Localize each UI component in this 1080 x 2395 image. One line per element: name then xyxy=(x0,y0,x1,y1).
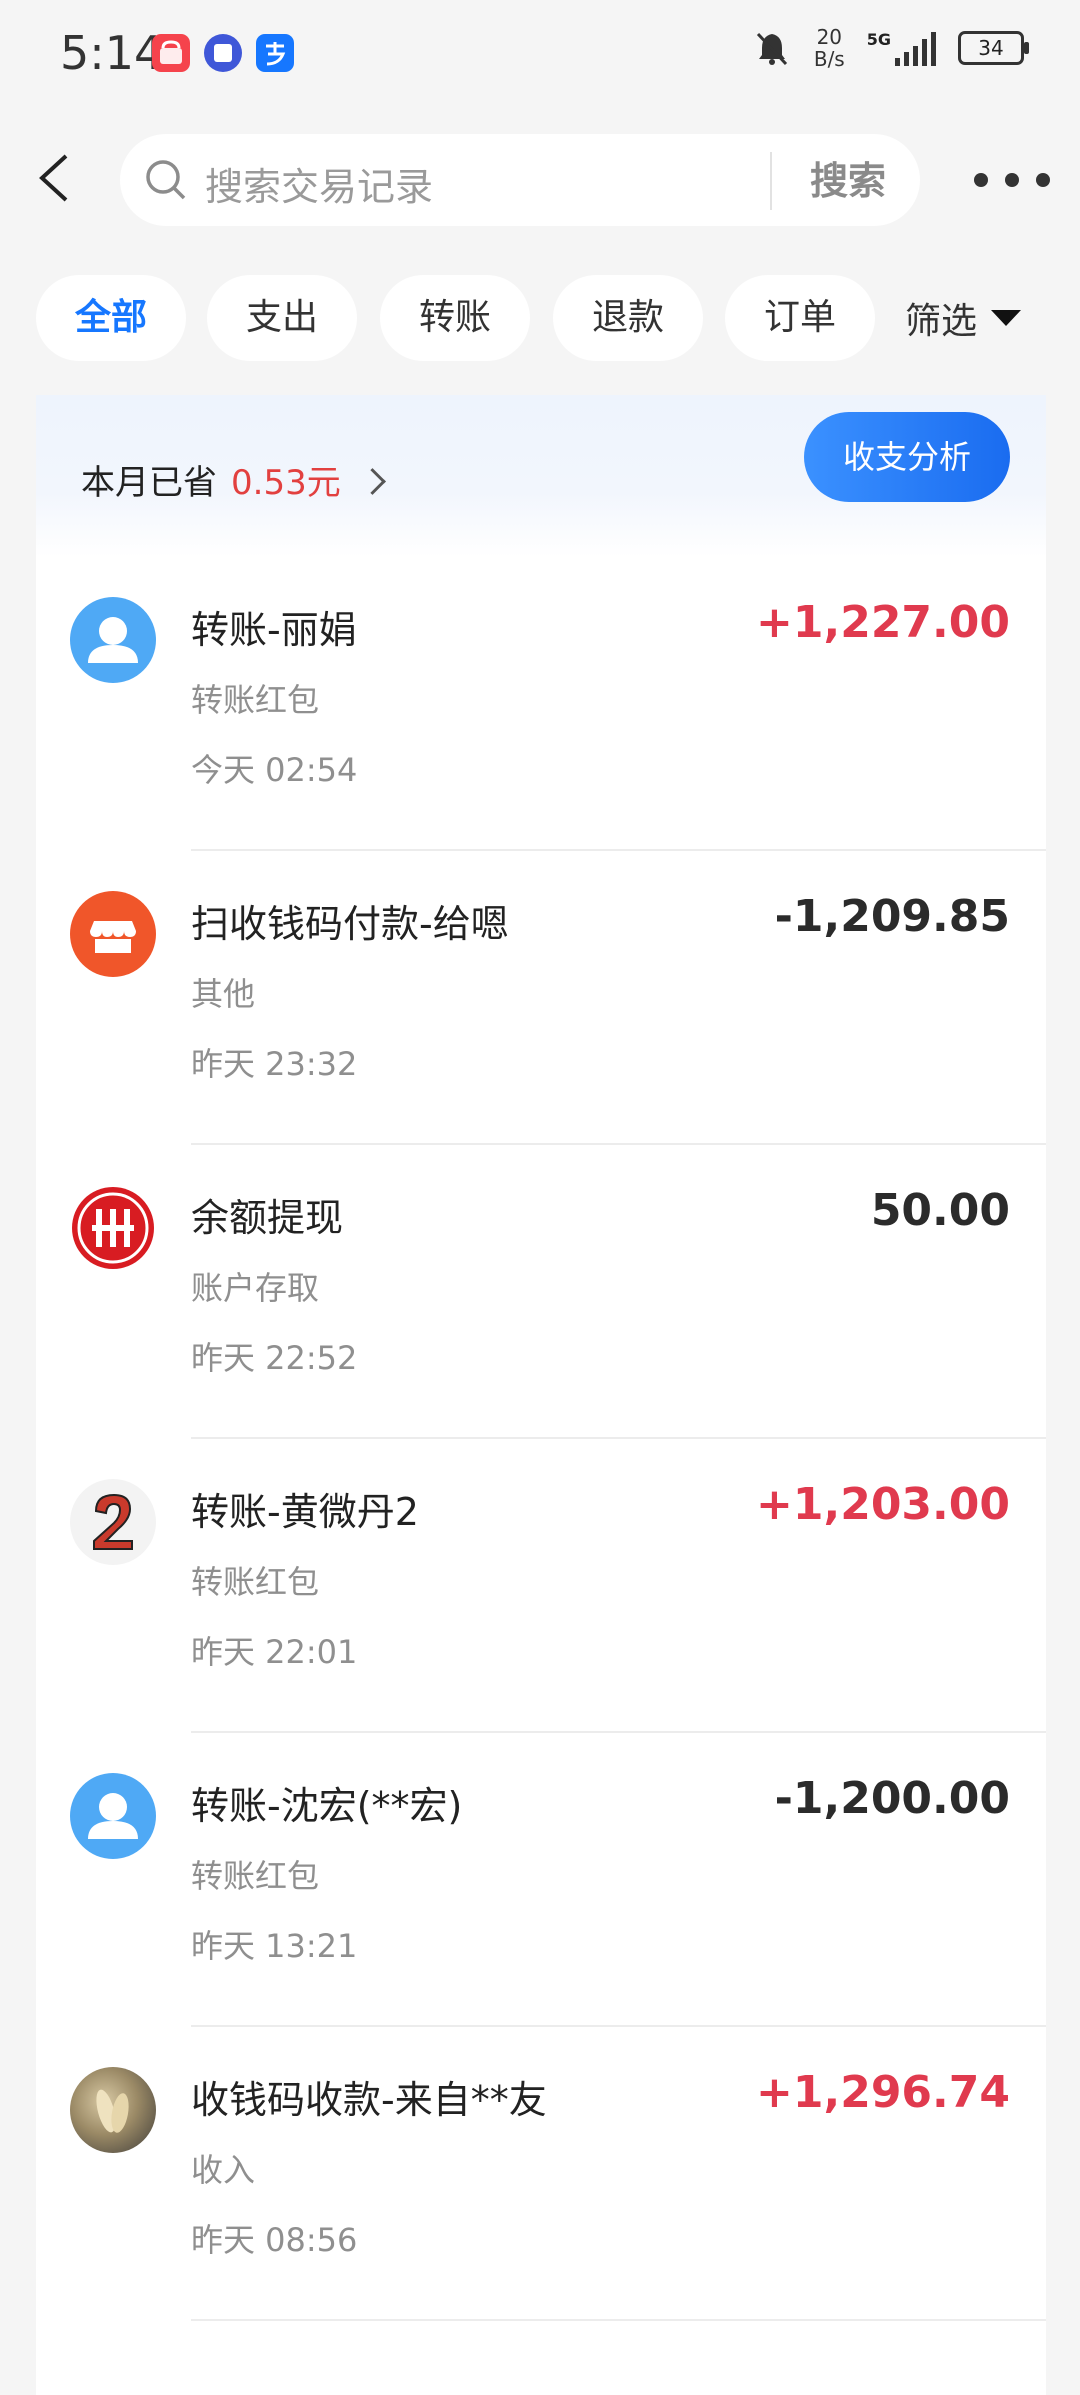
transaction-row[interactable]: 转账-黄微丹2 转账红包 昨天 22:01 +1,203.00 xyxy=(36,1439,1046,1733)
cellular-signal-icon: 5G xyxy=(867,30,936,66)
search-input[interactable]: 搜索交易记录 xyxy=(205,156,433,211)
more-dot-icon xyxy=(1036,173,1050,187)
bank-logo-icon xyxy=(70,1185,156,1271)
transaction-row[interactable]: 收钱码收款-来自**友 收入 昨天 08:56 +1,296.74 xyxy=(36,2027,1046,2321)
battery-indicator: 34 xyxy=(958,31,1029,65)
alipay-app-icon xyxy=(256,34,294,72)
transaction-row[interactable]: 余额提现 账户存取 昨天 22:52 50.00 xyxy=(36,1145,1046,1439)
photo-avatar xyxy=(70,2067,156,2153)
search-divider xyxy=(770,152,772,210)
transaction-title: 转账-沈宏(**宏) xyxy=(191,1784,463,1828)
back-button[interactable] xyxy=(28,148,88,208)
transaction-time: 昨天 22:01 xyxy=(191,1633,358,1671)
transaction-time: 昨天 23:32 xyxy=(191,1045,358,1083)
search-icon xyxy=(146,160,186,200)
shopping-app-icon xyxy=(152,34,190,72)
transaction-amount: +1,203.00 xyxy=(756,1479,1010,1530)
transaction-list: 转账-丽娟 转账红包 今天 02:54 +1,227.00 扫收钱码付款-给嗯 … xyxy=(36,557,1046,2321)
chevron-right-icon xyxy=(358,468,386,495)
transaction-amount: 50.00 xyxy=(870,1185,1010,1236)
transaction-row[interactable]: 转账-沈宏(**宏) 转账红包 昨天 13:21 -1,200.00 xyxy=(36,1733,1046,2027)
store-icon xyxy=(70,891,156,977)
mute-bell-icon xyxy=(756,32,787,66)
more-options-button[interactable] xyxy=(974,152,1050,208)
transaction-title: 收钱码收款-来自**友 xyxy=(191,2078,547,2122)
status-time: 5:14 xyxy=(60,26,164,80)
transaction-title: 转账-黄微丹2 xyxy=(191,1490,419,1534)
transaction-time: 昨天 22:52 xyxy=(191,1339,358,1377)
transaction-time: 昨天 08:56 xyxy=(191,2221,358,2259)
tieba-app-icon xyxy=(204,34,242,72)
back-arrow-icon xyxy=(39,154,68,202)
transaction-amount: -1,200.00 xyxy=(774,1773,1010,1824)
tab-expense[interactable]: 支出 xyxy=(207,275,357,361)
more-dot-icon xyxy=(1005,173,1019,187)
tab-all[interactable]: 全部 xyxy=(36,275,186,361)
more-dot-icon xyxy=(974,173,988,187)
status-bar: 5:14 20 B/s 5G 34 xyxy=(0,0,1080,110)
transaction-amount: +1,296.74 xyxy=(756,2067,1010,2118)
transaction-amount: +1,227.00 xyxy=(756,597,1010,648)
income-expense-analysis-button[interactable]: 收支分析 xyxy=(804,412,1010,502)
network-speed: 20 B/s xyxy=(813,25,845,71)
tab-refund[interactable]: 退款 xyxy=(553,275,703,361)
transaction-amount: -1,209.85 xyxy=(774,891,1010,942)
transaction-time: 昨天 13:21 xyxy=(191,1927,358,1965)
number-two-avatar xyxy=(70,1479,156,1565)
row-divider xyxy=(191,2319,1046,2321)
transaction-title: 转账-丽娟 xyxy=(191,608,357,652)
transaction-category: 其他 xyxy=(191,975,256,1013)
saved-label: 本月已省 xyxy=(81,463,217,503)
transaction-category: 收入 xyxy=(191,2151,256,2189)
search-box[interactable]: 搜索交易记录 搜索 xyxy=(120,134,920,226)
search-button[interactable]: 搜索 xyxy=(788,152,908,210)
caret-down-icon xyxy=(991,310,1022,326)
person-avatar-icon xyxy=(70,597,156,683)
transaction-card: 本月已省 0.53元 收支分析 转账-丽娟 转账红包 今天 02:54 +1,22… xyxy=(36,395,1046,2395)
filter-button[interactable]: 筛选 xyxy=(905,275,1022,361)
tab-orders[interactable]: 订单 xyxy=(725,275,875,361)
monthly-summary: 本月已省 0.53元 收支分析 xyxy=(36,395,1046,557)
transaction-title: 余额提现 xyxy=(191,1196,344,1240)
person-avatar-icon xyxy=(70,1773,156,1859)
transaction-row[interactable]: 扫收钱码付款-给嗯 其他 昨天 23:32 -1,209.85 xyxy=(36,851,1046,1145)
filter-label: 筛选 xyxy=(905,301,978,342)
tab-transfer[interactable]: 转账 xyxy=(380,275,530,361)
network-type: 5G xyxy=(866,30,891,49)
transaction-category: 账户存取 xyxy=(191,1269,320,1307)
transaction-category: 转账红包 xyxy=(191,1563,320,1601)
transaction-row[interactable]: 转账-丽娟 转账红包 今天 02:54 +1,227.00 xyxy=(36,557,1046,851)
transaction-category: 转账红包 xyxy=(191,1857,320,1895)
header: 搜索交易记录 搜索 xyxy=(0,130,1080,230)
filter-tabs: 全部 支出 转账 退款 订单 筛选 xyxy=(0,275,1080,365)
status-indicators: 20 B/s 5G 34 xyxy=(752,25,1029,71)
saved-amount: 0.53元 xyxy=(231,463,341,503)
transaction-title: 扫收钱码付款-给嗯 xyxy=(191,902,509,946)
saved-this-month[interactable]: 本月已省 0.53元 xyxy=(81,455,386,504)
transaction-time: 今天 02:54 xyxy=(191,751,358,789)
transaction-category: 转账红包 xyxy=(191,681,320,719)
